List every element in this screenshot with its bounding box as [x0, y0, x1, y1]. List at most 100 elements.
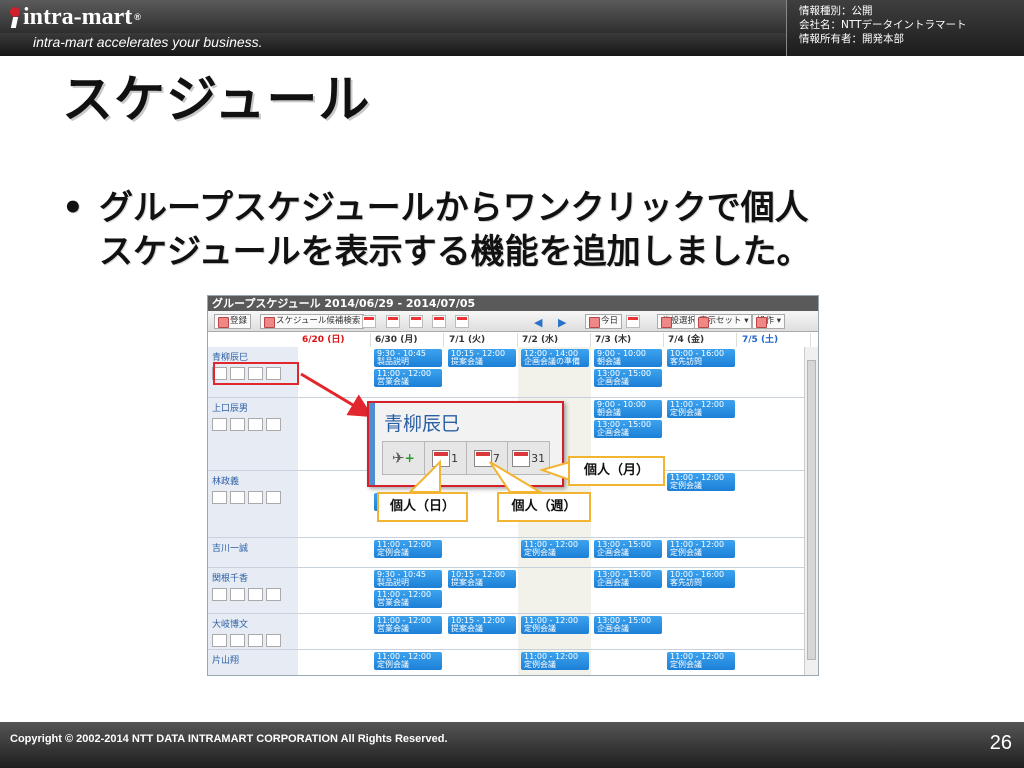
schedule-event[interactable]: 10:00 - 16:00 客先訪問: [667, 570, 735, 588]
zoom-accent-bar: [369, 403, 375, 485]
add-schedule-icon[interactable]: [212, 418, 227, 431]
prev-arrow-icon[interactable]: ◀: [534, 316, 542, 329]
calendar-month-icon: [512, 449, 531, 467]
calendar-day-icon[interactable]: [230, 634, 245, 647]
schedule-event[interactable]: 11:00 - 12:00 定例会議: [521, 616, 589, 634]
bullet-marker: •: [62, 188, 84, 228]
today-button[interactable]: 今日: [585, 314, 623, 329]
calendar-day-icon[interactable]: [230, 491, 245, 504]
zoom-user-name: 青柳辰巳: [384, 413, 461, 435]
schedule-event[interactable]: 10:15 - 12:00 提案会議: [448, 616, 516, 634]
vertical-scrollbar[interactable]: [804, 347, 818, 675]
page-number: 26: [989, 732, 1012, 754]
schedule-search-button[interactable]: スケジュール候補検索: [260, 314, 365, 329]
calendar-day-icon[interactable]: [230, 588, 245, 601]
schedule-event[interactable]: 11:00 - 12:00 定例会議: [521, 652, 589, 670]
calendar-month-icon[interactable]: [266, 588, 281, 601]
personal-day-button[interactable]: 1: [425, 442, 467, 474]
info-line-owner: 情報所有者：開発本部: [799, 33, 904, 45]
calendar-week-icon[interactable]: [248, 418, 263, 431]
calendar-month-icon[interactable]: [266, 418, 281, 431]
operation-dropdown[interactable]: 操作 ▾: [752, 314, 785, 329]
calendar-week-icon[interactable]: [248, 491, 263, 504]
slide-title: スケジュール: [62, 71, 371, 130]
calendar-day-icon[interactable]: [230, 418, 245, 431]
display-set-dropdown[interactable]: 表示セット ▾: [694, 314, 753, 329]
schedule-event[interactable]: 9:00 - 10:00 朝会議: [594, 349, 662, 367]
day-header[interactable]: 7/3 (木): [591, 333, 664, 347]
schedule-event[interactable]: 10:15 - 12:00 提案会議: [448, 570, 516, 588]
event-title: 朝会議: [597, 357, 621, 366]
intra-mart-logo: intra-mart ®: [8, 3, 141, 31]
event-title: 企画会議: [597, 624, 629, 633]
personal-month-button[interactable]: 31: [508, 442, 549, 474]
schedule-event[interactable]: 9:00 - 10:00 朝会議: [594, 400, 662, 418]
event-title: 企画会議: [597, 428, 629, 437]
day-num: 1: [451, 451, 459, 465]
schedule-event[interactable]: 11:00 - 12:00 定例会議: [374, 540, 442, 558]
schedule-event[interactable]: 13:00 - 15:00 企画会議: [594, 420, 662, 438]
calendar-week-icon[interactable]: [248, 634, 263, 647]
row-divider: [298, 537, 804, 538]
user-name[interactable]: 片山翔: [212, 653, 239, 666]
schedule-event[interactable]: 10:00 - 16:00 客先訪問: [667, 349, 735, 367]
schedule-event[interactable]: 13:00 - 15:00 企画会議: [594, 616, 662, 634]
user-name[interactable]: 関根千香: [212, 571, 248, 584]
schedule-event[interactable]: 11:00 - 12:00 定例会議: [667, 473, 735, 491]
calendar-month-icon[interactable]: [266, 491, 281, 504]
schedule-event[interactable]: 11:00 - 12:00 営業会議: [374, 590, 442, 608]
user-name[interactable]: 林政義: [212, 474, 239, 487]
date-picker-icon[interactable]: [626, 315, 640, 328]
event-title: 定例会議: [670, 660, 702, 669]
schedule-event[interactable]: 11:00 - 12:00 定例会議: [374, 652, 442, 670]
day-header[interactable]: 7/2 (水): [518, 333, 591, 347]
user-name[interactable]: 上口辰男: [212, 401, 248, 414]
schedule-event[interactable]: 9:30 - 10:45 製品説明: [374, 570, 442, 588]
schedule-event[interactable]: 13:00 - 15:00 企画会議: [594, 369, 662, 387]
register-button[interactable]: 登録: [214, 314, 252, 329]
schedule-event[interactable]: 11:00 - 12:00 定例会議: [667, 652, 735, 670]
schedule-event[interactable]: 13:00 - 15:00 企画会議: [594, 570, 662, 588]
user-row-header: 林政義: [208, 471, 298, 538]
calendar-day-icon[interactable]: [409, 315, 423, 328]
schedule-event[interactable]: 12:00 - 14:00 企画会議の準備: [521, 349, 589, 367]
personal-week-button[interactable]: 7: [467, 442, 509, 474]
user-row-header: 関根千香: [208, 568, 298, 614]
day-header[interactable]: 7/4 (金): [664, 333, 737, 347]
calendar-day-icon: [432, 449, 451, 467]
user-name[interactable]: 吉川一誠: [212, 541, 248, 554]
schedule-event[interactable]: 11:00 - 12:00 定例会議: [521, 540, 589, 558]
calendar-month-icon[interactable]: [432, 315, 446, 328]
add-schedule-icon[interactable]: [212, 634, 227, 647]
scrollbar-thumb[interactable]: [807, 360, 816, 660]
schedule-event[interactable]: 11:00 - 12:00 定例会議: [667, 400, 735, 418]
calendar-icon[interactable]: [362, 315, 376, 328]
event-title: 提案会議: [451, 624, 483, 633]
calendar-week-icon[interactable]: [248, 588, 263, 601]
calendar-week-icon[interactable]: [386, 315, 400, 328]
week-num: 7: [492, 451, 500, 465]
day-header[interactable]: 7/5 (土): [738, 333, 811, 347]
month-num: 31: [531, 451, 546, 465]
user-icon-group: [212, 588, 281, 601]
schedule-event[interactable]: 11:00 - 12:00 定例会議: [667, 540, 735, 558]
add-schedule-button[interactable]: ✈ +: [383, 442, 425, 474]
day-header[interactable]: 6/30 (月): [371, 333, 444, 347]
schedule-event[interactable]: 10:15 - 12:00 提案会議: [448, 349, 516, 367]
schedule-event[interactable]: 11:00 - 12:00 営業会議: [374, 369, 442, 387]
event-title: 企画会議の準備: [524, 357, 580, 366]
schedule-event[interactable]: 9:30 - 10:45 製品説明: [374, 349, 442, 367]
tagline: intra-mart accelerates your business.: [33, 34, 263, 50]
user-name[interactable]: 大岐博文: [212, 617, 248, 630]
schedule-event[interactable]: 11:00 - 12:00 営業会議: [374, 616, 442, 634]
day-header[interactable]: 7/1 (火): [445, 333, 518, 347]
highlight-box: [213, 362, 299, 385]
day-header[interactable]: 6/20 (日): [298, 333, 371, 347]
add-schedule-icon[interactable]: [212, 491, 227, 504]
schedule-event[interactable]: 13:00 - 15:00 企画会議: [594, 540, 662, 558]
next-arrow-icon[interactable]: ▶: [558, 316, 566, 329]
add-schedule-icon[interactable]: [212, 588, 227, 601]
calendar-month-icon[interactable]: [266, 634, 281, 647]
calendar-31-icon[interactable]: [455, 315, 469, 328]
event-title: 客先訪問: [670, 578, 702, 587]
